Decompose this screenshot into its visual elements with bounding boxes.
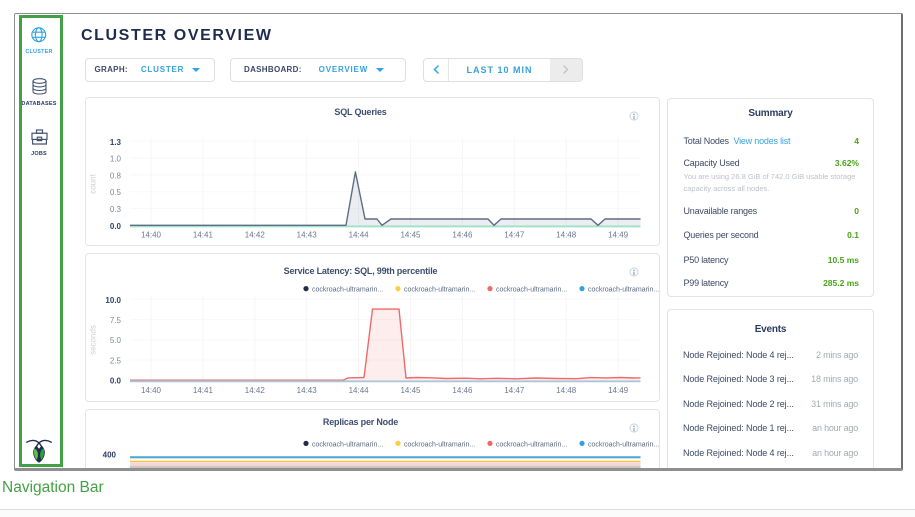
svg-text:14:47: 14:47: [504, 386, 525, 395]
svg-text:0.0: 0.0: [110, 222, 122, 231]
svg-text:cockroach-ultramarin...: cockroach-ultramarin...: [496, 287, 567, 294]
svg-text:7.5: 7.5: [110, 316, 122, 325]
svg-text:14:43: 14:43: [297, 231, 318, 240]
svg-text:1.0: 1.0: [110, 155, 122, 164]
svg-text:2.5: 2.5: [110, 357, 122, 366]
svg-text:0.3: 0.3: [110, 205, 122, 214]
svg-text:5.0: 5.0: [110, 336, 122, 345]
svg-text:1.3: 1.3: [110, 138, 122, 147]
svg-text:seconds: seconds: [89, 325, 98, 355]
svg-text:14:42: 14:42: [245, 231, 266, 240]
svg-text:cockroach-ultramarin...: cockroach-ultramarin...: [312, 441, 383, 448]
svg-text:14:44: 14:44: [349, 386, 370, 395]
svg-text:14:46: 14:46: [452, 231, 473, 240]
svg-text:cockroach-ultramarin...: cockroach-ultramarin...: [588, 441, 659, 448]
svg-text:cockroach-ultramarin...: cockroach-ultramarin...: [588, 287, 659, 294]
svg-text:14:43: 14:43: [297, 386, 318, 395]
svg-text:14:48: 14:48: [556, 231, 577, 240]
svg-text:14:49: 14:49: [608, 231, 629, 240]
svg-text:0.8: 0.8: [110, 171, 122, 180]
svg-text:14:41: 14:41: [193, 386, 214, 395]
svg-text:14:40: 14:40: [141, 386, 162, 395]
svg-text:14:40: 14:40: [141, 231, 162, 240]
svg-text:14:49: 14:49: [608, 386, 629, 395]
svg-text:14:45: 14:45: [400, 386, 421, 395]
svg-text:cockroach-ultramarin...: cockroach-ultramarin...: [404, 287, 475, 294]
svg-text:14:42: 14:42: [245, 386, 266, 395]
svg-text:cockroach-ultramarin...: cockroach-ultramarin...: [496, 441, 567, 448]
svg-text:cockroach-ultramarin...: cockroach-ultramarin...: [312, 287, 383, 294]
svg-text:14:41: 14:41: [193, 231, 214, 240]
svg-text:14:45: 14:45: [400, 231, 421, 240]
svg-text:14:46: 14:46: [452, 386, 473, 395]
svg-text:count: count: [89, 173, 98, 193]
svg-text:cockroach-ultramarin...: cockroach-ultramarin...: [404, 441, 475, 448]
svg-text:400: 400: [103, 451, 117, 460]
svg-text:14:47: 14:47: [504, 231, 525, 240]
svg-text:0.0: 0.0: [110, 377, 122, 386]
svg-text:14:48: 14:48: [556, 386, 577, 395]
svg-text:14:44: 14:44: [349, 231, 370, 240]
svg-text:10.0: 10.0: [105, 296, 121, 305]
svg-text:0.5: 0.5: [110, 188, 122, 197]
